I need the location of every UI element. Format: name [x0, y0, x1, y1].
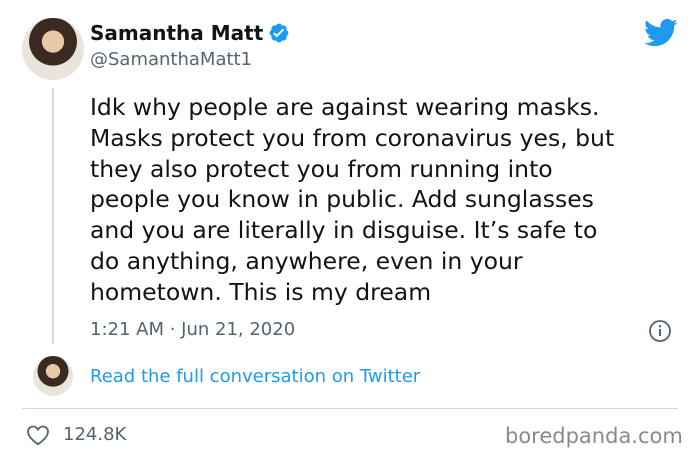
tweet-text: Idk why people are against wearing masks…	[90, 92, 680, 308]
tweet-line: do anything, anywhere, even in your	[90, 246, 523, 275]
thread-line	[52, 88, 54, 344]
read-conversation-link[interactable]: Read the full conversation on Twitter	[90, 366, 420, 387]
twitter-bird-icon[interactable]	[644, 18, 678, 48]
divider	[22, 408, 678, 409]
heart-icon[interactable]	[26, 424, 50, 446]
info-icon[interactable]	[648, 319, 672, 343]
author-handle[interactable]: @SamanthaMatt1	[90, 49, 252, 70]
tweet-line: they also protect you from running into	[90, 154, 553, 183]
tweet-line: Masks protect you from coronavirus yes, …	[90, 123, 615, 152]
like-count[interactable]: 124.8K	[63, 424, 126, 445]
tweet-timestamp[interactable]: 1:21 AM · Jun 21, 2020	[90, 319, 295, 340]
reply-avatar[interactable]	[33, 356, 73, 396]
tweet-line: and you are literally in disguise. It’s …	[90, 216, 598, 245]
tweet-line: Idk why people are against wearing masks…	[90, 93, 600, 121]
verified-badge-icon	[269, 23, 289, 43]
tweet-line: hometown. This is my dream	[90, 277, 432, 306]
tweet-line: people you know in public. Add sunglasse…	[90, 185, 594, 214]
author-name[interactable]: Samantha Matt	[90, 21, 263, 45]
watermark: boredpanda.com	[505, 424, 683, 448]
author-avatar[interactable]	[22, 18, 84, 80]
author-name-row: Samantha Matt	[90, 21, 290, 45]
